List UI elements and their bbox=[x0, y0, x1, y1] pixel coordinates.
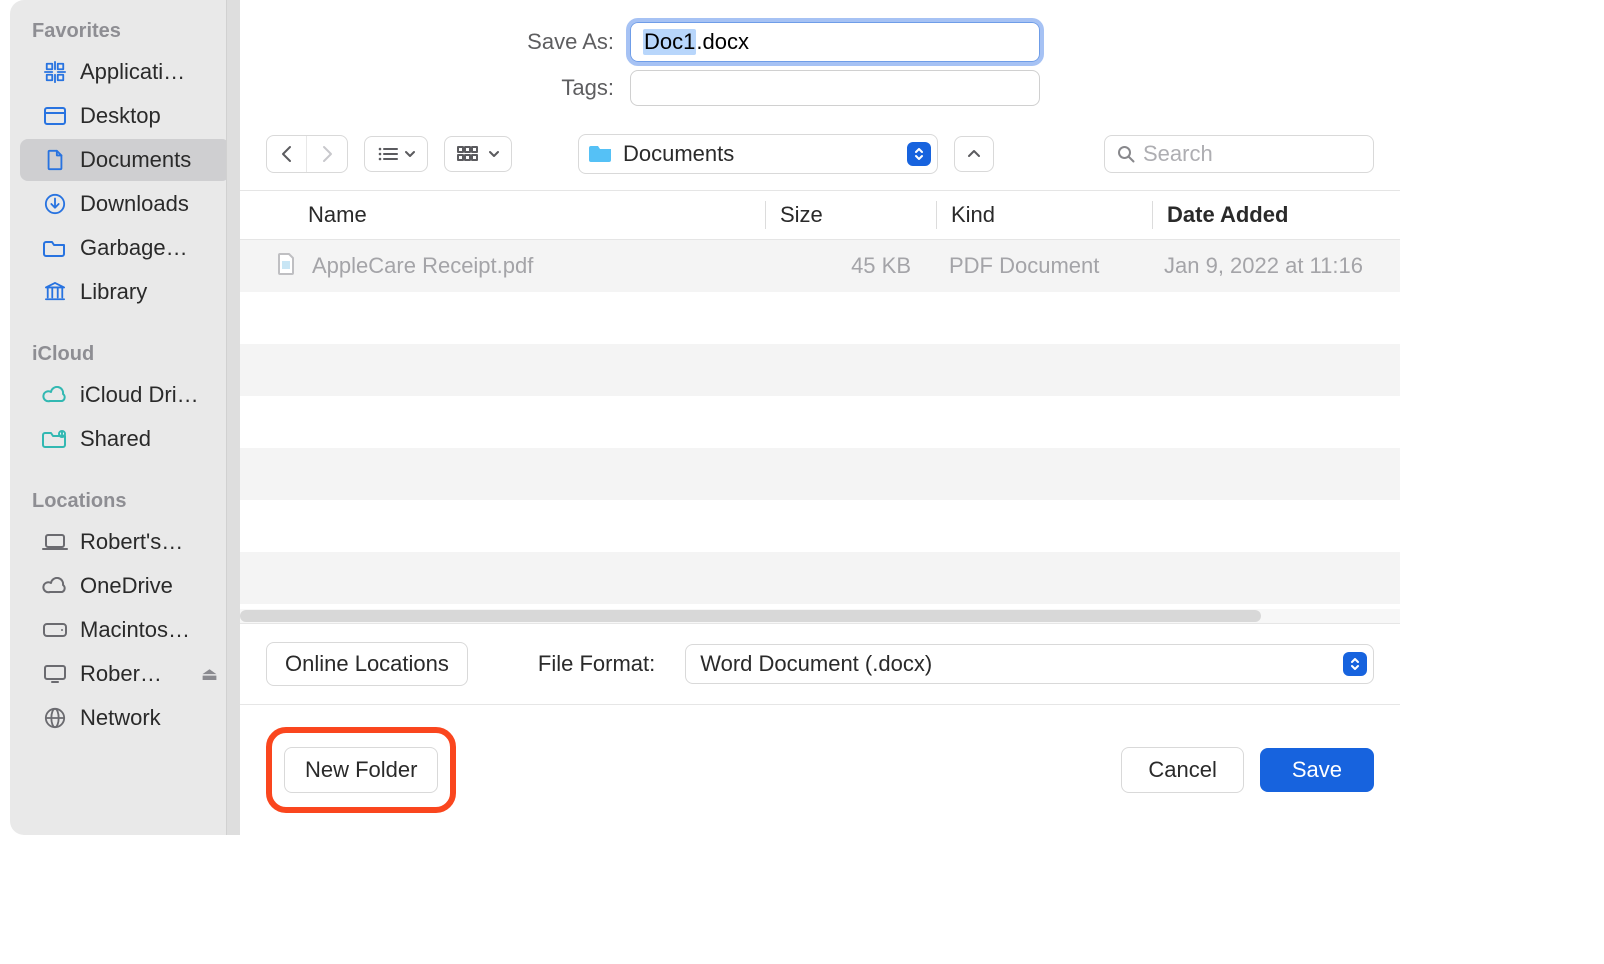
network-icon bbox=[42, 706, 68, 730]
folder-icon bbox=[589, 142, 613, 167]
file-row bbox=[240, 396, 1400, 448]
sidebar-item[interactable]: Library bbox=[20, 271, 230, 313]
updown-caret-icon bbox=[907, 142, 931, 166]
sidebar-item-label: Documents bbox=[80, 147, 218, 173]
column-headers: Name Size Kind Date Added bbox=[240, 190, 1400, 240]
nav-group bbox=[266, 135, 348, 173]
save-dialog: Favorites Applicati… Desktop Documents Downl… bbox=[10, 0, 1400, 835]
search-input[interactable]: Search bbox=[1104, 135, 1374, 173]
sidebar-item-label: Robert's… bbox=[80, 529, 218, 555]
updown-caret-icon bbox=[1343, 652, 1367, 676]
sidebar-item[interactable]: Rober…⏏ bbox=[20, 653, 230, 695]
sidebar-item[interactable]: OneDrive bbox=[20, 565, 230, 607]
file-kind: PDF Document bbox=[935, 253, 1150, 279]
sidebar-item[interactable]: Network bbox=[20, 697, 230, 739]
column-name[interactable]: Name bbox=[240, 202, 765, 228]
tags-label: Tags: bbox=[270, 75, 630, 101]
library-icon bbox=[42, 280, 68, 304]
group-by-button[interactable] bbox=[444, 136, 512, 172]
sidebar-section-title: iCloud bbox=[10, 333, 240, 372]
cancel-button[interactable]: Cancel bbox=[1121, 747, 1243, 793]
view-list-button[interactable] bbox=[364, 136, 428, 172]
column-kind[interactable]: Kind bbox=[937, 202, 1152, 228]
file-row bbox=[240, 344, 1400, 396]
file-format-label: File Format: bbox=[538, 651, 655, 677]
sidebar-item[interactable]: Downloads bbox=[20, 183, 230, 225]
document-icon bbox=[42, 148, 68, 172]
sidebar-item-label: Garbage… bbox=[80, 235, 218, 261]
file-row bbox=[240, 292, 1400, 344]
column-size[interactable]: Size bbox=[766, 202, 936, 228]
sidebar-section-title: Favorites bbox=[10, 10, 240, 49]
file-row bbox=[240, 552, 1400, 604]
filename-rest-part: .docx bbox=[696, 29, 749, 55]
file-format-select[interactable]: Word Document (.docx) bbox=[685, 644, 1374, 684]
sidebar-item-label: Shared bbox=[80, 426, 218, 452]
top-form: Save As: Doc1.docx Tags: bbox=[240, 0, 1400, 122]
sidebar-item-label: Applicati… bbox=[80, 59, 218, 85]
sidebar-item[interactable]: Robert's… bbox=[20, 521, 230, 563]
sidebar-item-label: Macintos… bbox=[80, 617, 218, 643]
file-row bbox=[240, 500, 1400, 552]
cloud-icon bbox=[42, 383, 68, 407]
filename-input[interactable]: Doc1.docx bbox=[630, 22, 1040, 62]
file-row bbox=[240, 448, 1400, 500]
file-name: AppleCare Receipt.pdf bbox=[312, 253, 533, 279]
sidebar-item-label: OneDrive bbox=[80, 573, 218, 599]
sidebar-item-label: Downloads bbox=[80, 191, 218, 217]
shared-folder-icon bbox=[42, 427, 68, 451]
highlight-annotation: New Folder bbox=[266, 727, 456, 813]
toolbar: Documents Search bbox=[240, 122, 1400, 190]
format-bar: Online Locations File Format: Word Docum… bbox=[240, 623, 1400, 704]
save-button[interactable]: Save bbox=[1260, 748, 1374, 792]
sidebar-section-title: Locations bbox=[10, 480, 240, 519]
sidebar-item[interactable]: Shared bbox=[20, 418, 230, 460]
sidebar-item[interactable]: Macintos… bbox=[20, 609, 230, 651]
column-date[interactable]: Date Added bbox=[1153, 202, 1400, 228]
action-bar: New Folder Cancel Save bbox=[240, 704, 1400, 835]
desktop-icon bbox=[42, 104, 68, 128]
collapse-button[interactable] bbox=[954, 136, 994, 172]
sidebar-item[interactable]: Desktop bbox=[20, 95, 230, 137]
horizontal-scrollbar[interactable] bbox=[240, 609, 1400, 623]
search-placeholder: Search bbox=[1143, 141, 1213, 167]
tags-input[interactable] bbox=[630, 70, 1040, 106]
file-size: 45 KB bbox=[765, 253, 935, 279]
sidebar-item[interactable]: Garbage… bbox=[20, 227, 230, 269]
file-date: Jan 9, 2022 at 11:16 bbox=[1150, 253, 1400, 279]
search-icon bbox=[1117, 145, 1135, 163]
sidebar-item-label: Rober… bbox=[80, 661, 197, 687]
folder-icon bbox=[42, 236, 68, 260]
download-icon bbox=[42, 192, 68, 216]
file-format-value: Word Document (.docx) bbox=[700, 651, 1343, 677]
sidebar: Favorites Applicati… Desktop Documents Downl… bbox=[10, 0, 240, 835]
save-as-label: Save As: bbox=[270, 29, 630, 55]
app-grid-icon bbox=[42, 60, 68, 84]
sidebar-item-label: iCloud Dri… bbox=[80, 382, 218, 408]
back-button[interactable] bbox=[267, 136, 307, 172]
sidebar-item[interactable]: iCloud Dri… bbox=[20, 374, 230, 416]
sidebar-item-label: Desktop bbox=[80, 103, 218, 129]
main-pane: Save As: Doc1.docx Tags: bbox=[240, 0, 1400, 835]
file-list: AppleCare Receipt.pdf 45 KBPDF DocumentJa… bbox=[240, 240, 1400, 623]
sidebar-item-label: Library bbox=[80, 279, 218, 305]
cloud-icon bbox=[42, 574, 68, 598]
online-locations-button[interactable]: Online Locations bbox=[266, 642, 468, 686]
new-folder-button[interactable]: New Folder bbox=[284, 747, 438, 793]
file-icon bbox=[276, 252, 300, 280]
forward-button[interactable] bbox=[307, 136, 347, 172]
file-row[interactable]: AppleCare Receipt.pdf 45 KBPDF DocumentJa… bbox=[240, 240, 1400, 292]
display-icon bbox=[42, 662, 68, 686]
location-label: Documents bbox=[623, 141, 897, 167]
eject-icon[interactable]: ⏏ bbox=[201, 664, 218, 685]
location-select[interactable]: Documents bbox=[578, 134, 938, 174]
hdd-icon bbox=[42, 618, 68, 642]
filename-selected-part: Doc1 bbox=[643, 29, 696, 55]
sidebar-item[interactable]: Applicati… bbox=[20, 51, 230, 93]
sidebar-scrollbar[interactable] bbox=[226, 0, 240, 835]
sidebar-item-label: Network bbox=[80, 705, 218, 731]
sidebar-item[interactable]: Documents bbox=[20, 139, 230, 181]
laptop-icon bbox=[42, 530, 68, 554]
